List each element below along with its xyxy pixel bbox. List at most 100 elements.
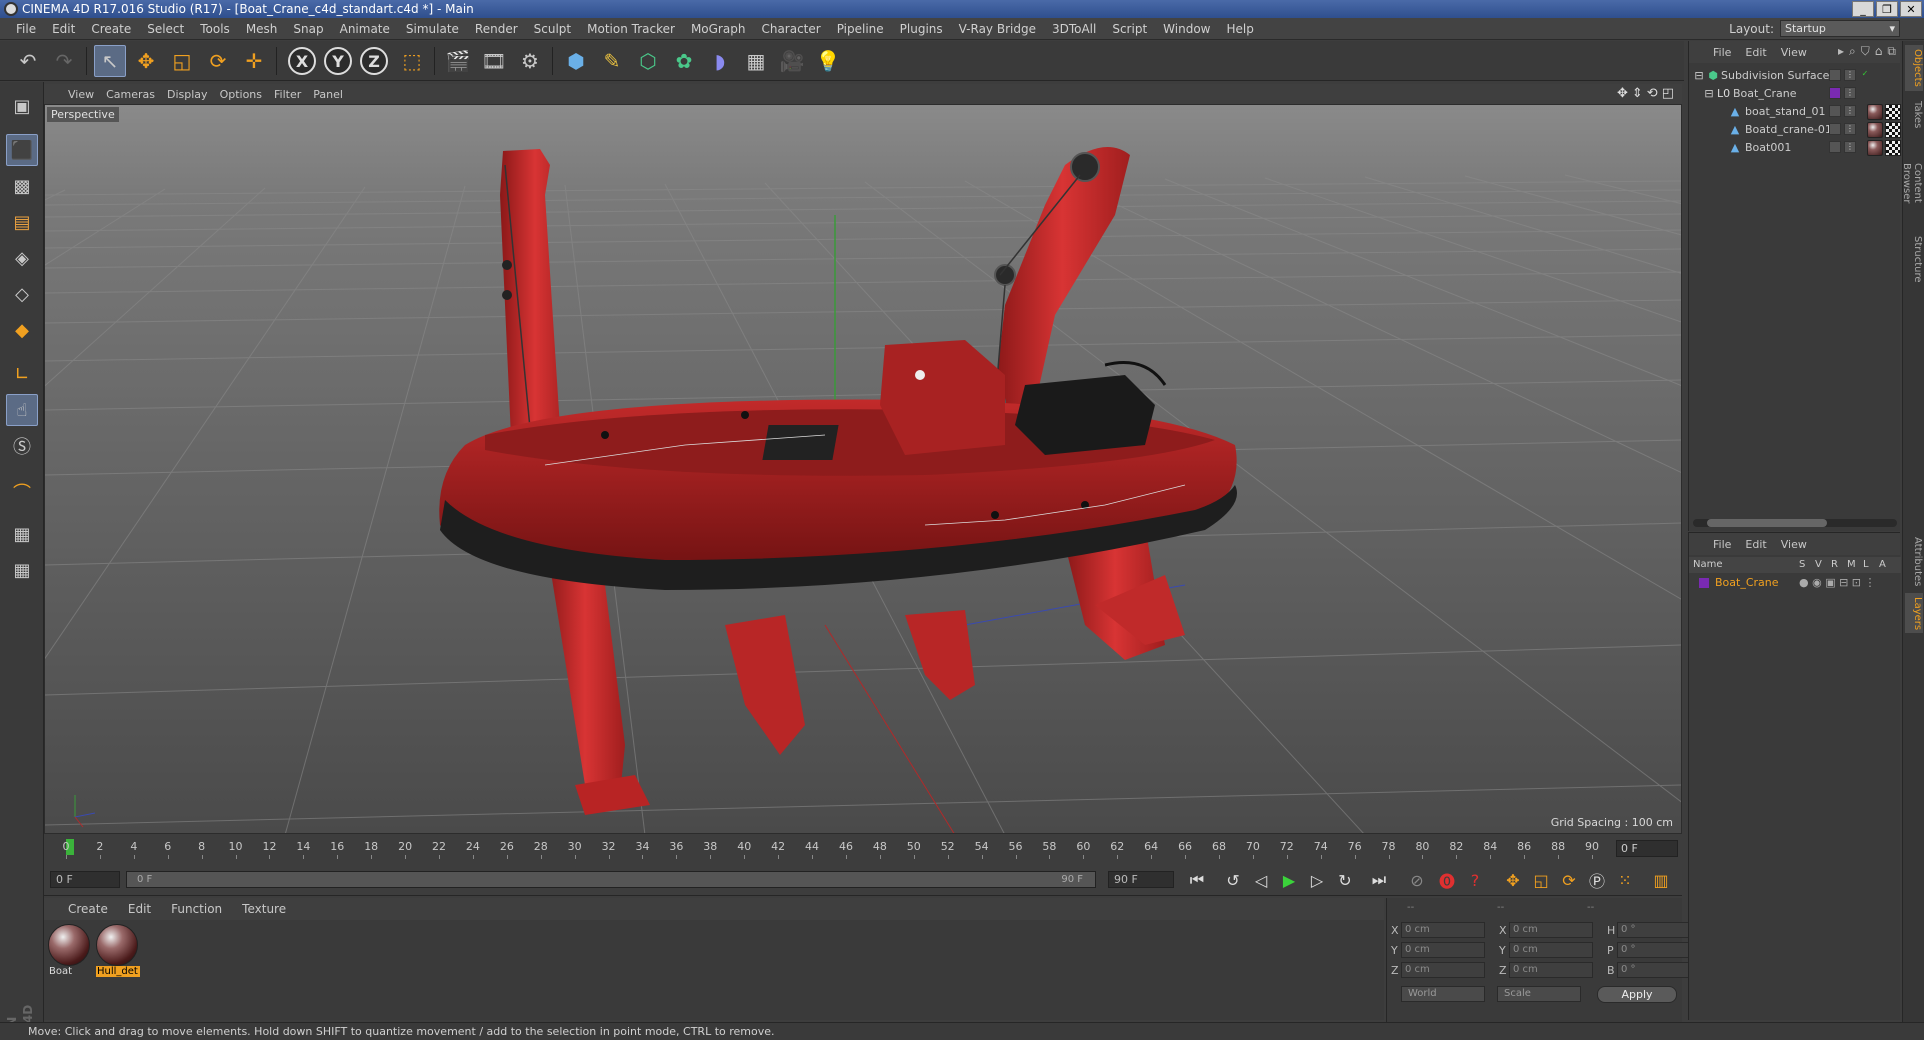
menu-animate[interactable]: Animate [332,18,398,40]
viewport-menu-filter[interactable]: Filter [274,88,313,101]
object-row-boat-crane[interactable]: ⊟ L0 Boat_Crane ⋮ [1689,85,1901,103]
tab-attributes[interactable]: Attributes [1905,533,1923,589]
tab-structure[interactable]: Structure [1905,231,1923,287]
go-to-end-icon[interactable]: ⏭ [1366,868,1392,892]
menu-snap[interactable]: Snap [285,18,331,40]
material-menu-create[interactable]: Create [68,902,128,916]
rotation-b-field[interactable]: 0 ° [1617,962,1693,978]
play-icon[interactable]: ▶ [1276,868,1302,892]
snapping-icon[interactable]: Ⓢ [6,430,38,462]
tab-content-browser[interactable]: Content Browser [1901,139,1923,227]
menu-mesh[interactable]: Mesh [238,18,286,40]
x-axis-icon[interactable]: X [288,47,316,75]
layout-dropdown[interactable]: Startup [1780,20,1900,37]
undo-icon[interactable]: ↶ [12,45,44,77]
edges-mode-icon[interactable]: ◇ [6,278,38,310]
current-frame-field[interactable]: 0 F [1616,840,1678,857]
menu-pipeline[interactable]: Pipeline [829,18,892,40]
coordinate-mode-dropdown[interactable]: World [1401,986,1485,1002]
timeline[interactable]: 0 2 4 6 8 10 12 14 16 18 20 22 24 26 28 30 32 34 36 38 40 42 4… [44,836,1682,862]
bookmark-icon[interactable]: ⛉ [1861,44,1870,59]
redo-icon[interactable]: ↷ [48,45,80,77]
scale-key-icon[interactable]: ◱ [1528,868,1554,892]
menu-window[interactable]: Window [1155,18,1218,40]
render-settings-icon[interactable]: ⚙ [514,45,546,77]
menu-mograph[interactable]: MoGraph [683,18,754,40]
position-z-field[interactable]: 0 cm [1401,962,1485,978]
parameter-key-icon[interactable]: Ⓟ [1584,868,1610,892]
next-key-icon[interactable]: ↻ [1332,868,1358,892]
rotation-key-icon[interactable]: ⟳ [1556,868,1582,892]
next-frame-icon[interactable]: ▷ [1304,868,1330,892]
y-axis-icon[interactable]: Y [324,47,352,75]
frame-range-slider[interactable]: 0 F 90 F [126,871,1096,888]
visibility-flag[interactable]: ⋮ [1844,87,1856,99]
om-menu-file[interactable]: File [1713,46,1731,59]
polygons-mode-icon[interactable]: ◆ [6,314,38,346]
workplane-icon[interactable]: ▤ [6,206,38,238]
om-menu-view[interactable]: View [1781,46,1807,59]
position-x-field[interactable]: 0 cm [1401,922,1485,938]
3d-viewport[interactable]: Perspective Grid Spacing : 100 cm [44,104,1682,834]
tweak-mode-icon[interactable]: ☝ [6,394,38,426]
menu-plugins[interactable]: Plugins [892,18,951,40]
texture-mode-icon[interactable]: ▩ [6,170,38,202]
texture-tag-icon[interactable] [1885,140,1901,156]
material-menu-function[interactable]: Function [171,902,242,916]
new-window-icon[interactable]: ⧉ [1887,44,1896,59]
material-menu-edit[interactable]: Edit [128,902,171,916]
menu-simulate[interactable]: Simulate [398,18,467,40]
enabled-check-icon[interactable]: ✓ [1859,69,1871,81]
deformer-icon[interactable]: ◗ [704,45,736,77]
make-editable-icon[interactable]: ▣ [6,90,38,122]
planar-workplane-icon[interactable]: ▦ [6,554,38,586]
object-row-boat-stand[interactable]: ▲ boat_stand_01 ⋮ [1689,103,1901,121]
material-boat[interactable]: Boat [48,924,92,980]
previous-frame-icon[interactable]: ◁ [1248,868,1274,892]
layer-flag[interactable] [1829,69,1841,81]
pen-spline-icon[interactable]: ✎ [596,45,628,77]
cube-icon[interactable]: ⬢ [560,45,592,77]
keyframe-selection-icon[interactable]: ? [1462,868,1488,892]
orbit-icon[interactable]: ⟲ [1647,86,1658,101]
position-y-field[interactable]: 0 cm [1401,942,1485,958]
home-icon[interactable]: ⌂ [1875,44,1883,59]
timeline-window-icon[interactable]: ▥ [1648,868,1674,892]
material-tag-icon[interactable] [1867,122,1883,138]
locked-workplane-icon[interactable]: ▦ [6,518,38,550]
material-tag-icon[interactable] [1867,140,1883,156]
position-key-icon[interactable]: ✥ [1500,868,1526,892]
render-picture-viewer-icon[interactable]: 🎞 [478,45,510,77]
record-keys-icon[interactable]: ⊘ [1404,868,1430,892]
rotation-p-field[interactable]: 0 ° [1617,942,1693,958]
apply-button[interactable]: Apply [1597,986,1677,1003]
tab-takes[interactable]: Takes [1905,95,1923,135]
close-button[interactable]: ✕ [1900,1,1922,17]
minimize-button[interactable]: _ [1852,1,1874,17]
object-row-boat001[interactable]: ▲ Boat001 ⋮ [1689,139,1901,157]
visibility-flag[interactable]: ⋮ [1844,69,1856,81]
start-frame-field[interactable]: 0 F [50,871,120,888]
viewport-menu-cameras[interactable]: Cameras [106,88,167,101]
menu-script[interactable]: Script [1104,18,1155,40]
material-tag-icon[interactable] [1867,104,1883,120]
viewport-menu-display[interactable]: Display [167,88,220,101]
tab-layers[interactable]: Layers [1905,593,1923,633]
menu-help[interactable]: Help [1218,18,1261,40]
menu-select[interactable]: Select [139,18,192,40]
transform-tool-icon[interactable]: ✛ [238,45,270,77]
menu-render[interactable]: Render [467,18,526,40]
z-axis-icon[interactable]: Z [360,47,388,75]
size-z-field[interactable]: 0 cm [1509,962,1593,978]
object-row-boat-crane-01[interactable]: ▲ Boatd_crane-01 ⋮ [1689,121,1901,139]
arrow-right-icon[interactable]: ▸ [1838,44,1844,59]
model-mode-icon[interactable]: ⬛ [6,134,38,166]
menu-3dtoall[interactable]: 3DToAll [1044,18,1104,40]
material-hull-det[interactable]: Hull_det [96,924,140,980]
collapse-icon[interactable]: ⊟ [1703,88,1715,100]
menu-create[interactable]: Create [83,18,139,40]
points-mode-icon[interactable]: ◈ [6,242,38,274]
lm-menu-file[interactable]: File [1713,538,1731,551]
viewport-menu-options[interactable]: Options [220,88,274,101]
menu-v-ray-bridge[interactable]: V-Ray Bridge [951,18,1044,40]
